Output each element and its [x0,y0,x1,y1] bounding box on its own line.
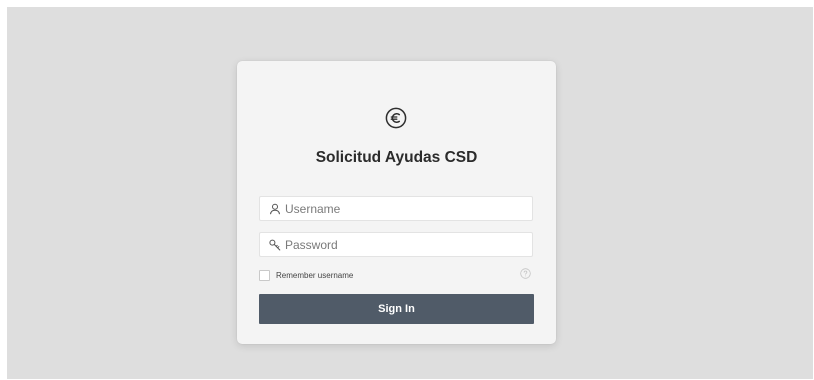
key-icon [269,239,281,251]
remember-username-checkbox[interactable] [259,269,270,281]
login-card: Solicitud Ayudas CSD Remember username S… [237,61,556,344]
help-icon[interactable] [520,268,531,279]
password-input[interactable] [285,235,525,254]
page-title: Solicitud Ayudas CSD [315,149,478,166]
euro-icon [385,107,407,129]
username-field-container[interactable] [259,196,533,221]
remember-username-label[interactable]: Remember username [276,271,353,280]
user-icon [270,203,280,215]
username-input[interactable] [285,199,525,218]
sign-in-button[interactable]: Sign In [259,294,534,324]
remember-username-row[interactable]: Remember username [259,269,353,281]
password-field-container[interactable] [259,232,533,257]
